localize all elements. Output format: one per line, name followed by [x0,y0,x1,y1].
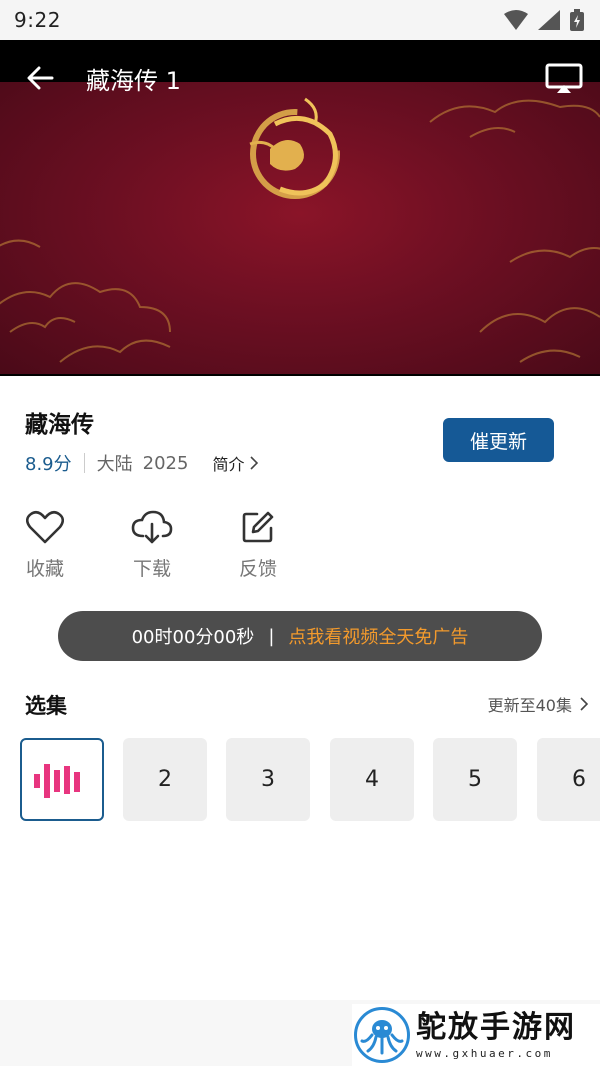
countdown-timer: 00时00分00秒 [131,627,255,648]
feedback-button[interactable]: 反馈 [223,510,293,581]
video-top-bar: 藏海传 1 [0,40,600,116]
episode-5[interactable]: 5 [433,738,517,821]
banner-separator: | [268,625,275,647]
rating: 8.9分 [25,454,72,475]
video-title: 藏海传 1 [86,66,181,95]
ad-free-cta: 点我看视频全天免广告 [288,627,469,648]
video-frame [0,82,600,374]
status-icons [504,9,584,31]
octopus-logo-icon [354,1007,410,1063]
favorite-label: 收藏 [25,558,64,580]
intro-link[interactable]: 简介 [212,451,259,475]
episode-list: 2 3 4 5 6 [20,738,600,822]
watermark: 鸵放手游网 www.gxhuaer.com [352,1004,600,1066]
wifi-icon [504,10,528,30]
heart-icon [26,510,64,544]
download-button[interactable]: 下载 [117,510,187,581]
now-playing-icon [34,763,80,798]
cast-button[interactable] [542,58,586,98]
video-player[interactable]: 藏海传 1 [0,40,600,376]
ad-free-banner[interactable]: 00时00分00秒 | 点我看视频全天免广告 [58,611,542,661]
episode-4[interactable]: 4 [330,738,414,821]
download-label: 下载 [132,558,171,580]
watermark-title: 鸵放手游网 [416,1009,576,1045]
feedback-label: 反馈 [238,558,277,580]
arrow-left-icon [27,66,54,90]
update-request-button[interactable]: 催更新 [443,418,554,462]
favorite-button[interactable]: 收藏 [10,510,80,581]
battery-icon [570,9,584,31]
status-bar: 9:22 [0,0,600,40]
episodes-update-status: 更新至40集 [487,696,572,715]
episodes-heading: 选集 [25,694,67,718]
video-artwork [0,97,600,363]
episode-1-playing[interactable] [20,738,104,821]
show-title: 藏海传 [25,412,94,438]
episodes-more-link[interactable]: 更新至40集 [488,692,588,716]
chevron-right-icon [250,456,259,470]
episode-2[interactable]: 2 [123,738,207,821]
episode-3[interactable]: 3 [226,738,310,821]
year: 2025 [142,452,189,474]
episode-6[interactable]: 6 [537,738,600,821]
show-meta: 8.9分 大陆 2025 简介 [25,450,259,476]
watermark-text: 鸵放手游网 www.gxhuaer.com [416,1009,576,1060]
region: 大陆 [96,454,133,475]
meta-divider [83,453,85,473]
signal-icon [538,10,560,30]
back-button[interactable] [22,60,58,96]
action-bar: 收藏 下载 反馈 [0,510,320,590]
chevron-right-icon [580,697,588,711]
cast-icon [545,63,583,93]
edit-icon [242,511,274,543]
status-time: 9:22 [14,8,61,32]
cloud-download-icon [131,510,173,544]
watermark-url: www.gxhuaer.com [416,1046,553,1060]
intro-label: 简介 [212,455,245,474]
